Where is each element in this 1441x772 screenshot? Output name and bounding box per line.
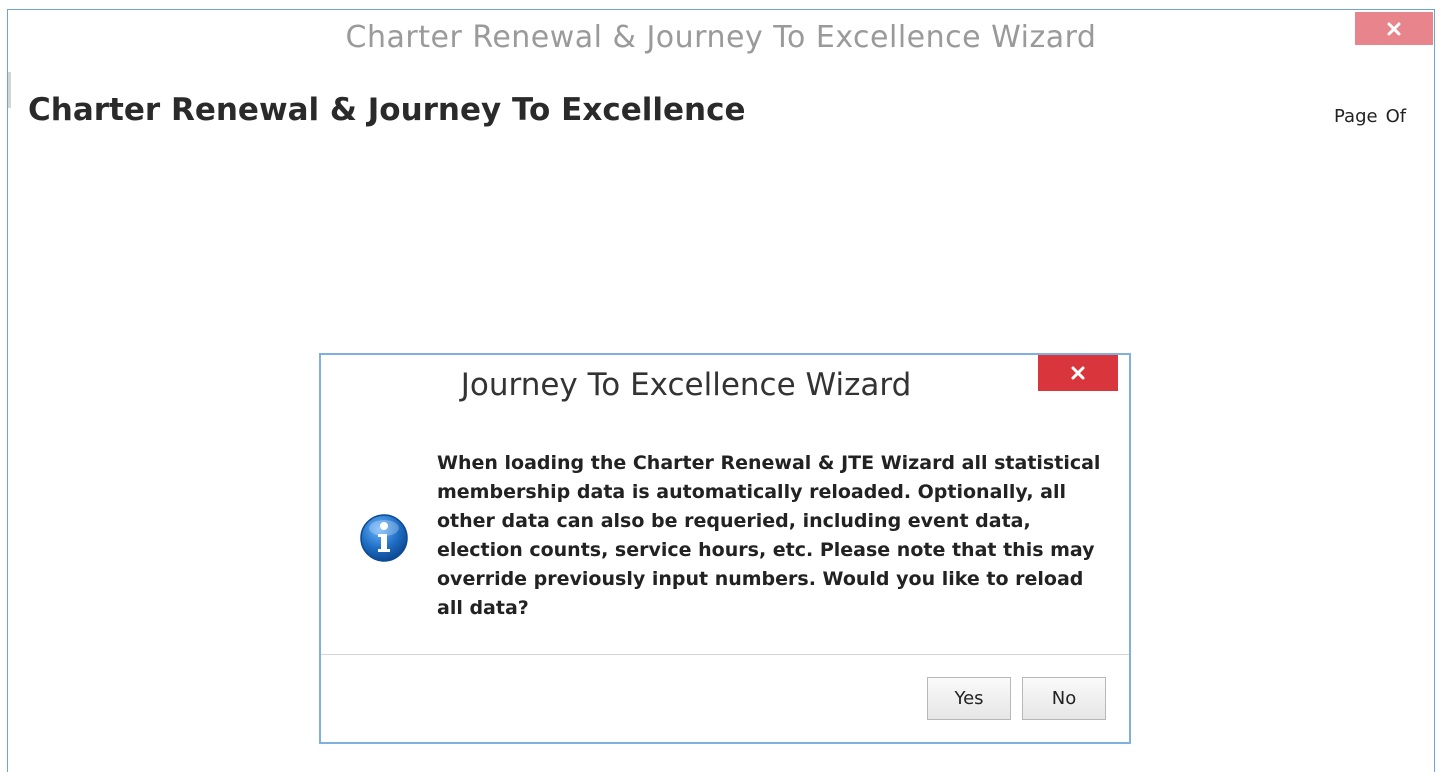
- close-icon: [1071, 366, 1085, 380]
- dialog-divider: [321, 654, 1129, 655]
- window-edge-marker: [8, 72, 11, 108]
- page-title: Charter Renewal & Journey To Excellence: [28, 92, 746, 128]
- no-button[interactable]: No: [1022, 677, 1106, 720]
- dialog-close-button[interactable]: [1038, 355, 1118, 391]
- page-label: Page: [1334, 106, 1378, 127]
- window-title: Charter Renewal & Journey To Excellence …: [345, 20, 1097, 55]
- dialog-message: When loading the Charter Renewal & JTE W…: [437, 452, 1101, 619]
- yes-button[interactable]: Yes: [927, 677, 1011, 720]
- dialog-title: Journey To Excellence Wizard: [460, 367, 912, 403]
- close-icon: [1387, 22, 1401, 35]
- window-close-button[interactable]: [1355, 12, 1433, 45]
- info-icon: [360, 514, 408, 562]
- of-label: Of: [1385, 106, 1407, 127]
- page-indicator: Page Of: [1334, 106, 1414, 127]
- jte-wizard-dialog: Journey To Excellence Wizard When loadin…: [319, 353, 1131, 744]
